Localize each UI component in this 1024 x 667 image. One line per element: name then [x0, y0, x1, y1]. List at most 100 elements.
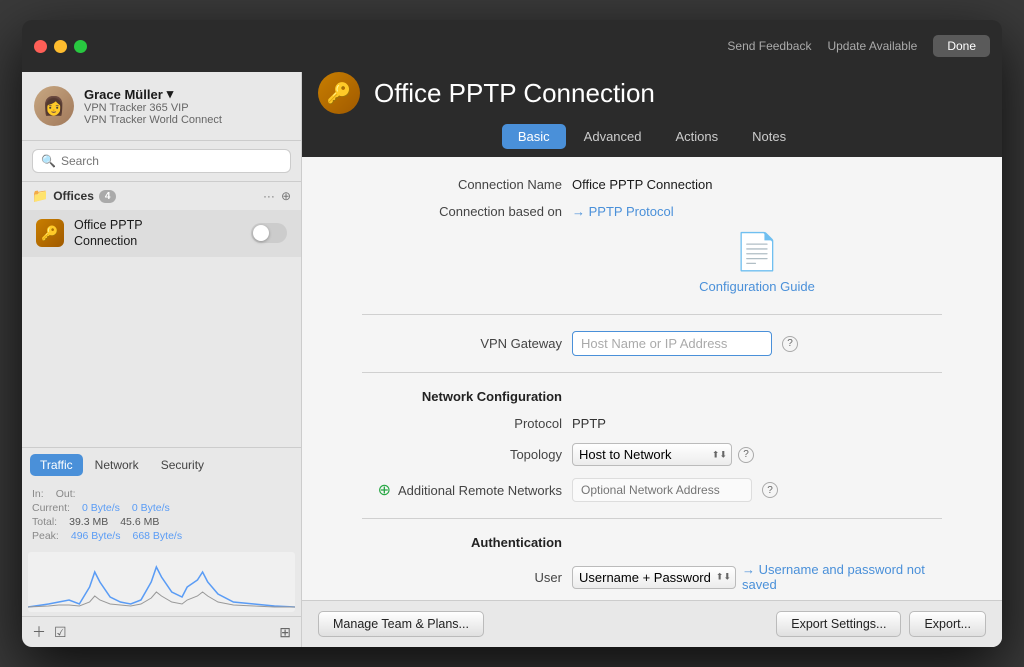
peak-in: 496 Byte/s: [71, 530, 121, 542]
update-available-link[interactable]: Update Available: [827, 39, 917, 53]
group-count: 4: [99, 190, 117, 203]
authentication-row: Authentication: [362, 535, 942, 550]
vpn-gateway-input[interactable]: [572, 331, 772, 356]
vpn-gateway-row: VPN Gateway ?: [362, 331, 942, 356]
protocol-value: PPTP: [572, 416, 606, 431]
export-settings-button[interactable]: Export Settings...: [776, 611, 901, 637]
vpn-toggle[interactable]: [251, 223, 287, 243]
network-config-label: Network Configuration: [362, 389, 562, 404]
pptp-protocol-link[interactable]: → PPTP Protocol: [572, 204, 674, 219]
user-plan2: VPN Tracker World Connect: [84, 114, 222, 126]
user-info: Grace Müller ▾ VPN Tracker 365 VIP VPN T…: [84, 86, 222, 126]
main-panel: 🔑 Office PPTP Connection Basic Advanced …: [302, 72, 1002, 647]
protocol-label: Protocol: [362, 416, 562, 431]
user-plan1: VPN Tracker 365 VIP: [84, 102, 222, 114]
sidebar-footer: ＋ ☑ ⊞: [22, 616, 301, 647]
close-button[interactable]: [34, 40, 47, 53]
total-out: 45.6 MB: [120, 516, 159, 528]
bottom-right: Export Settings... Export...: [776, 611, 986, 637]
main-title: Office PPTP Connection: [374, 78, 655, 109]
separator-1: [362, 314, 942, 315]
topology-select-wrap: Host to Network Host Network Network to …: [572, 443, 754, 466]
group-expand-button[interactable]: ⊕: [281, 189, 291, 203]
add-connection-button[interactable]: ＋: [32, 622, 46, 642]
sidebar-tab-security[interactable]: Security: [151, 454, 214, 476]
group-actions: ··· ⊕: [263, 189, 291, 203]
main-window: Send Feedback Update Available Done 👩 Gr…: [22, 20, 1002, 647]
network-config-row: Network Configuration: [362, 389, 942, 404]
vpn-item-icon: 🔑: [36, 219, 64, 247]
tab-actions[interactable]: Actions: [660, 124, 735, 149]
topology-help-icon[interactable]: ?: [738, 447, 754, 463]
separator-2: [362, 372, 942, 373]
vpn-list-item[interactable]: 🔑 Office PPTP Connection: [22, 210, 301, 257]
additional-remote-help-icon[interactable]: ?: [762, 482, 778, 498]
sidebar-tab-network[interactable]: Network: [85, 454, 149, 476]
content-area: Connection Name Office PPTP Connection C…: [302, 157, 1002, 600]
connection-based-row: Connection based on → PPTP Protocol: [362, 204, 942, 219]
main-content: 👩 Grace Müller ▾ VPN Tracker 365 VIP VPN…: [22, 72, 1002, 647]
manage-team-button[interactable]: Manage Team & Plans...: [318, 611, 484, 637]
bottom-left: Manage Team & Plans...: [318, 611, 484, 637]
fullscreen-button[interactable]: [74, 40, 87, 53]
add-network-button[interactable]: ⊕: [378, 482, 391, 499]
stats-in-label: In:: [32, 488, 44, 500]
avatar: 👩: [34, 86, 74, 126]
group-more-button[interactable]: ···: [263, 189, 275, 203]
user-header: 👩 Grace Müller ▾ VPN Tracker 365 VIP VPN…: [22, 72, 301, 141]
sidebar-expand-button[interactable]: ⊞: [279, 624, 291, 641]
export-button[interactable]: Export...: [909, 611, 986, 637]
folder-icon: 📁: [32, 188, 48, 204]
traffic-chart: [28, 552, 295, 612]
stats-peak-row: Peak: 496 Byte/s 668 Byte/s: [32, 530, 291, 542]
authentication-label: Authentication: [362, 535, 562, 550]
username-not-saved-link[interactable]: → Username and password not saved: [742, 562, 942, 592]
traffic-stats: In: Out: Current: 0 Byte/s 0 Byte/s Tota…: [22, 482, 301, 548]
user-select-wrap: Username + Password Certificate Username…: [572, 562, 942, 592]
tab-basic[interactable]: Basic: [502, 124, 566, 149]
current-label: Current:: [32, 502, 70, 514]
sidebar: 👩 Grace Müller ▾ VPN Tracker 365 VIP VPN…: [22, 72, 302, 647]
peak-out: 668 Byte/s: [132, 530, 182, 542]
config-guide-icon: 📄: [735, 231, 780, 273]
send-feedback-link[interactable]: Send Feedback: [727, 39, 811, 53]
current-out: 0 Byte/s: [132, 502, 170, 514]
additional-remote-input[interactable]: [572, 478, 752, 502]
connection-based-label: Connection based on: [362, 204, 562, 219]
done-button[interactable]: Done: [933, 35, 990, 57]
separator-3: [362, 518, 942, 519]
topology-select-wrapper: Host to Network Host Network Network to …: [572, 443, 732, 466]
protocol-row: Protocol PPTP: [362, 416, 942, 431]
chevron-down-icon[interactable]: ▾: [167, 86, 174, 102]
topology-label: Topology: [362, 447, 562, 462]
search-wrap[interactable]: 🔍: [32, 149, 291, 173]
vpn-item-label: Office PPTP Connection: [74, 217, 241, 250]
user-name: Grace Müller ▾: [84, 86, 222, 102]
total-label: Total:: [32, 516, 57, 528]
minimize-button[interactable]: [54, 40, 67, 53]
tab-notes[interactable]: Notes: [736, 124, 802, 149]
sidebar-bottom: Traffic Network Security In: Out: Curren…: [22, 447, 301, 647]
connection-status-button[interactable]: ☑: [54, 624, 67, 641]
search-bar: 🔍: [22, 141, 301, 182]
tab-advanced[interactable]: Advanced: [568, 124, 658, 149]
topology-select[interactable]: Host to Network Host Network Network to …: [572, 443, 732, 466]
traffic-lights: [34, 40, 87, 53]
peak-label: Peak:: [32, 530, 59, 542]
topology-row: Topology Host to Network Host Network Ne…: [362, 443, 942, 466]
additional-remote-row: ⊕ Additional Remote Networks ?: [362, 478, 942, 502]
vpn-gateway-help-icon[interactable]: ?: [782, 336, 798, 352]
vpn-gateway-label: VPN Gateway: [362, 336, 562, 351]
titlebar-actions: Send Feedback Update Available Done: [727, 35, 990, 57]
sidebar-tab-traffic[interactable]: Traffic: [30, 454, 83, 476]
current-in: 0 Byte/s: [82, 502, 120, 514]
total-in: 39.3 MB: [69, 516, 108, 528]
config-guide-link[interactable]: Configuration Guide: [699, 279, 815, 294]
bottom-bar: Manage Team & Plans... Export Settings..…: [302, 600, 1002, 647]
user-select-wrapper: Username + Password Certificate Username…: [572, 566, 736, 589]
connection-name-value: Office PPTP Connection: [572, 177, 712, 192]
search-input[interactable]: [61, 154, 282, 168]
vpn-header-icon: 🔑: [318, 72, 360, 114]
group-name: Offices: [53, 189, 94, 203]
user-auth-select[interactable]: Username + Password Certificate Username…: [572, 566, 736, 589]
